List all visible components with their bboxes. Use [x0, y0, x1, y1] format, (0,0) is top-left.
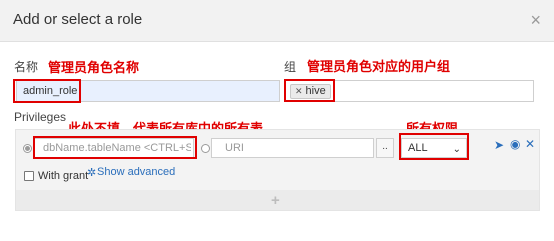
delete-icon[interactable]: ✕ — [525, 137, 535, 151]
name-label: 名称 — [14, 60, 39, 74]
dialog-title: Add or select a role — [13, 11, 143, 28]
annotation-box-group — [284, 79, 335, 102]
annotation-group: 管理员角色对应的用户组 — [307, 60, 451, 75]
group-label: 组 — [284, 60, 297, 74]
annotation-box-name — [13, 79, 81, 103]
eye-icon[interactable]: ◉ — [510, 137, 520, 151]
db-path-radio[interactable] — [23, 144, 32, 153]
annotation-box-action — [399, 133, 469, 160]
annotation-box-path — [33, 136, 197, 159]
show-advanced-link[interactable]: Show advanced — [97, 166, 175, 178]
add-privilege-icon[interactable]: + — [271, 192, 280, 209]
close-icon[interactable]: × — [530, 10, 541, 30]
with-grant-checkbox[interactable] — [24, 171, 34, 181]
with-grant-label: With grant — [38, 170, 89, 182]
annotation-name: 管理员角色名称 — [48, 61, 140, 76]
uri-placeholder: URI — [225, 142, 244, 154]
gear-icon[interactable]: ✲ — [87, 166, 96, 179]
privileges-label: Privileges — [14, 110, 67, 124]
browse-button[interactable]: .. — [376, 138, 394, 158]
send-icon[interactable]: ➤ — [494, 138, 504, 152]
uri-radio[interactable] — [201, 144, 210, 153]
dialog-header: Add or select a role × — [0, 0, 554, 42]
